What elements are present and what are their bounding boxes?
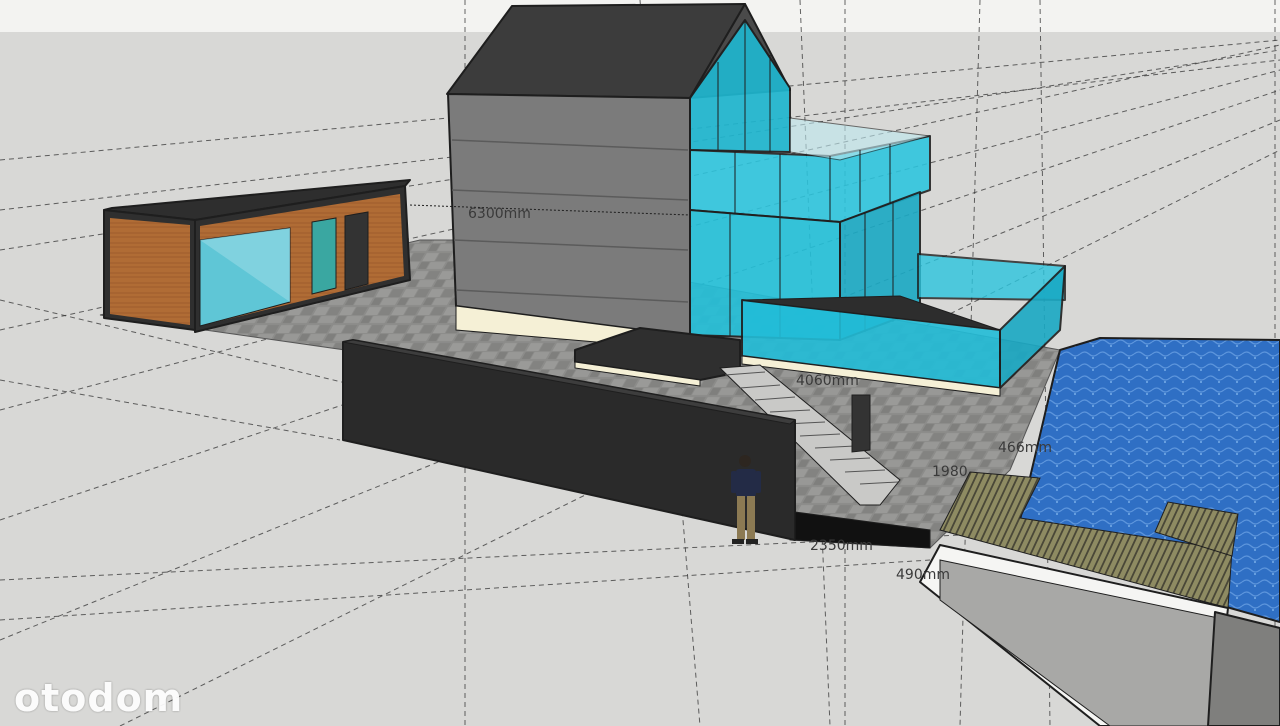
container-window[interactable]: [311, 217, 337, 295]
otodom-watermark: otodom: [14, 676, 184, 720]
dimension-step-edge: 490mm: [896, 567, 950, 583]
container-door[interactable]: [344, 211, 369, 291]
dimension-facade-height: 6300mm: [468, 206, 531, 222]
sketch-viewport[interactable]: 6300mm 4060mm 1980 466mm 2350mm 490mm: [0, 0, 1280, 726]
dimension-deck-width: 4060mm: [796, 373, 859, 389]
dimension-wall-offset: 2350mm: [810, 538, 873, 554]
dimension-pool-edge: 1980: [932, 464, 968, 480]
dimension-pool-depth: 466mm: [998, 440, 1052, 456]
